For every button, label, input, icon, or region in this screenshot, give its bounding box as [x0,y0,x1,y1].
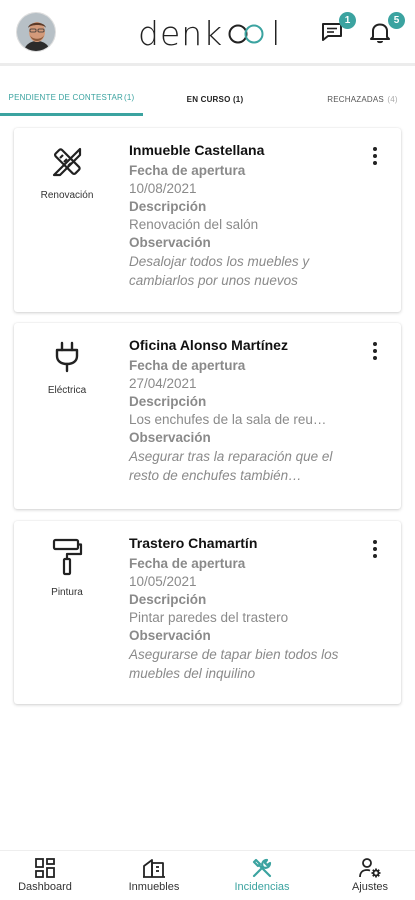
category-label: Renovación [40,190,94,201]
description-value: Renovación del salón [129,217,259,232]
date-label: Fecha de apertura [129,556,246,571]
tab-count: (1) [124,93,135,102]
nav-incidencias[interactable]: Incidencias [212,857,312,893]
tab-label: RECHAZADAS [327,94,384,104]
date-label: Fecha de apertura [129,358,246,373]
app-logo: denk l [138,14,281,53]
category: Renovación [14,144,120,201]
notifications-button[interactable]: 5 [369,12,405,48]
logo-text-suffix: l [271,14,282,53]
bottom-navigation: Dashboard Inmuebles Incidencias Ajustes [0,850,415,900]
nav-label: Ajustes [351,881,389,893]
description-value: Pintar paredes del trastero [129,610,289,625]
tab-label: EN CURSO [186,94,231,104]
notifications-badge: 5 [388,12,405,29]
building-icon [143,859,165,878]
observation-label: Observación [129,235,211,250]
tab-label: PENDIENTE DE CONTESTAR [8,93,124,102]
tab-pendiente[interactable]: PENDIENTE DE CONTESTAR (1) [0,82,143,116]
description-label: Descripción [129,394,207,409]
description-label: Descripción [129,199,207,214]
card-details: Trastero Chamartín Fecha de apertura 10/… [129,535,359,683]
tab-en-curso[interactable]: EN CURSO (1) [170,82,260,116]
card-more-menu-icon[interactable] [365,539,385,559]
description-value: Los enchufes de la sala de reu… [129,412,327,427]
tab-count: (4) [387,94,398,104]
card-details: Oficina Alonso Martínez Fecha de apertur… [129,337,359,485]
paint-roller-icon [52,538,83,576]
observation-value: Asegurar tras la reparación que el resto… [129,449,333,483]
messages-badge: 1 [339,12,356,29]
nav-dashboard[interactable]: Dashboard [0,857,95,893]
card-title: Inmueble Castellana [129,142,265,158]
logo-rings-icon [224,14,270,53]
nav-label: Inmuebles [128,881,180,893]
card-title: Trastero Chamartín [129,535,258,551]
observation-label: Observación [129,430,211,445]
observation-value: Asegurarse de tapar bien todos los muebl… [129,647,339,681]
app-header: denk l 1 5 [0,0,415,66]
status-tabs: PENDIENTE DE CONTESTAR (1) EN CURSO (1) R… [0,82,415,116]
category: Eléctrica [14,339,120,396]
tools-icon [52,147,82,177]
tools-icon [252,858,272,878]
incident-card[interactable]: Pintura Trastero Chamartín Fecha de aper… [14,521,401,704]
logo-text-prefix: denk [138,14,224,53]
incident-card[interactable]: Eléctrica Oficina Alonso Martínez Fecha … [14,323,401,509]
card-title: Oficina Alonso Martínez [129,337,288,353]
category-label: Eléctrica [47,385,87,396]
category-label: Pintura [51,587,83,598]
nav-label: Dashboard [18,881,72,893]
tab-count: (1) [232,94,244,104]
user-settings-icon [359,858,381,878]
incident-card[interactable]: Renovación Inmueble Castellana Fecha de … [14,128,401,312]
nav-inmuebles[interactable]: Inmuebles [104,857,204,893]
card-more-menu-icon[interactable] [365,146,385,166]
description-label: Descripción [129,592,207,607]
messages-button[interactable]: 1 [320,12,356,48]
card-details: Inmueble Castellana Fecha de apertura 10… [129,142,359,290]
observation-label: Observación [129,628,211,643]
tab-rechazadas[interactable]: RECHAZADAS (4) [310,82,415,116]
plug-icon [55,341,79,373]
date-label: Fecha de apertura [129,163,246,178]
date-value: 10/08/2021 [129,181,197,196]
card-more-menu-icon[interactable] [365,341,385,361]
date-value: 27/04/2021 [129,376,197,391]
date-value: 10/05/2021 [129,574,197,589]
nav-label: Incidencias [234,881,290,893]
dashboard-icon [35,858,55,878]
user-avatar[interactable] [16,11,56,52]
nav-ajustes[interactable]: Ajustes [320,857,415,893]
observation-value: Desalojar todos los muebles y cambiarlos… [129,254,310,288]
category: Pintura [14,537,120,598]
